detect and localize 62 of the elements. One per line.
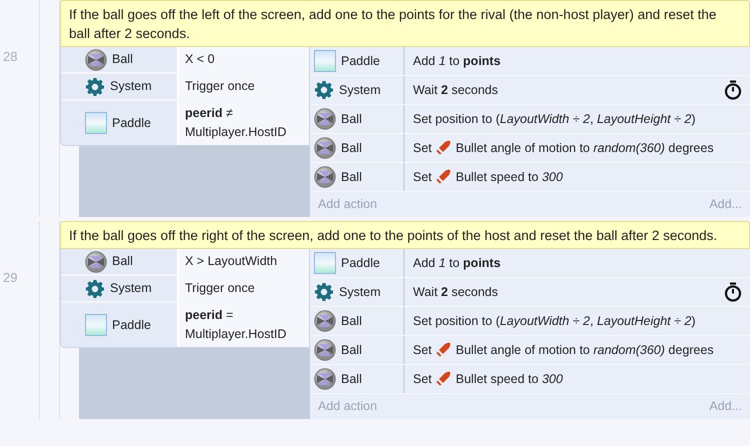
condition-text[interactable]: Trigger once xyxy=(177,74,309,99)
ball-icon xyxy=(85,48,107,70)
bullet-icon xyxy=(436,139,452,155)
object-name[interactable]: System xyxy=(339,282,381,302)
ball-icon xyxy=(314,368,336,390)
paddle-icon xyxy=(85,112,107,134)
paddle-icon xyxy=(85,314,107,336)
action-text[interactable]: Bullet angle of motion to random(360) degrees xyxy=(456,141,714,155)
action-text[interactable]: Wait 2 seconds xyxy=(413,83,498,97)
bullet-icon xyxy=(436,341,452,357)
action-text[interactable]: Set position to (LayoutWidth ÷ 2, LayoutHeight ÷ 2) xyxy=(413,314,696,328)
condition-text[interactable]: Trigger once xyxy=(177,276,309,301)
action-verb[interactable]: Set xyxy=(413,141,432,155)
object-name[interactable]: Ball xyxy=(341,168,362,186)
object-name[interactable]: Paddle xyxy=(341,52,380,70)
object-name[interactable]: Ball xyxy=(341,110,362,128)
object-name[interactable]: Paddle xyxy=(112,114,151,132)
bullet-icon xyxy=(436,168,452,184)
action-text[interactable]: Bullet angle of motion to random(360) degrees xyxy=(456,343,714,357)
object-name[interactable]: Ball xyxy=(112,252,133,271)
bullet-icon xyxy=(436,370,452,386)
condition-text[interactable]: X > LayoutWidth xyxy=(177,249,309,274)
object-name[interactable]: Ball xyxy=(341,312,362,330)
stopwatch-icon xyxy=(724,282,742,302)
ball-icon xyxy=(85,250,107,272)
object-name[interactable]: Ball xyxy=(341,340,362,360)
condition-text[interactable]: X < 0 xyxy=(177,47,309,72)
ball-icon xyxy=(314,310,336,332)
gear-icon xyxy=(314,282,334,302)
action-text[interactable]: Add 1 to points xyxy=(413,256,501,270)
line-number: 28 xyxy=(2,48,18,66)
action-text[interactable]: Add 1 to points xyxy=(413,54,501,68)
paddle-icon xyxy=(314,50,336,72)
ball-icon xyxy=(314,108,336,130)
action-text[interactable]: Wait 2 seconds xyxy=(413,285,498,299)
action-verb[interactable]: Set xyxy=(413,170,432,184)
action-text[interactable]: Set position to (LayoutWidth ÷ 2, LayoutHeight ÷ 2) xyxy=(413,112,696,126)
object-name[interactable]: Paddle xyxy=(112,316,151,334)
action-text[interactable]: Bullet speed to 300 xyxy=(456,170,563,184)
gear-icon xyxy=(85,76,105,96)
object-name[interactable]: Ball xyxy=(112,50,133,69)
ball-icon xyxy=(314,137,336,159)
object-name[interactable]: System xyxy=(110,279,152,298)
object-name[interactable]: Ball xyxy=(341,370,362,388)
condition-text[interactable]: peerid ≠ Multiplayer.HostID xyxy=(177,101,309,145)
action-verb[interactable]: Set xyxy=(413,372,432,386)
line-number: 29 xyxy=(2,269,18,287)
event-comment[interactable]: If the ball goes off the right of the screen, add one to the points of the host and reset the ball after 2 seconds. xyxy=(60,221,750,249)
paddle-icon xyxy=(314,252,336,274)
ball-icon xyxy=(314,166,336,188)
event-comment[interactable]: If the ball goes off the left of the screen, add one to the points for the rival (the non-host player) and reset the ball after 2 seconds. xyxy=(60,0,750,47)
action-verb[interactable]: Set xyxy=(413,343,432,357)
object-name[interactable]: Ball xyxy=(341,138,362,158)
object-name[interactable]: Paddle xyxy=(341,254,380,272)
gear-icon xyxy=(314,80,334,100)
object-name[interactable]: System xyxy=(110,77,152,96)
ball-icon xyxy=(314,339,336,361)
gear-icon xyxy=(85,278,105,298)
action-text[interactable]: Bullet speed to 300 xyxy=(456,372,563,386)
object-name[interactable]: System xyxy=(339,80,381,100)
condition-text[interactable]: peerid = Multiplayer.HostID xyxy=(177,303,309,347)
stopwatch-icon xyxy=(724,80,742,100)
